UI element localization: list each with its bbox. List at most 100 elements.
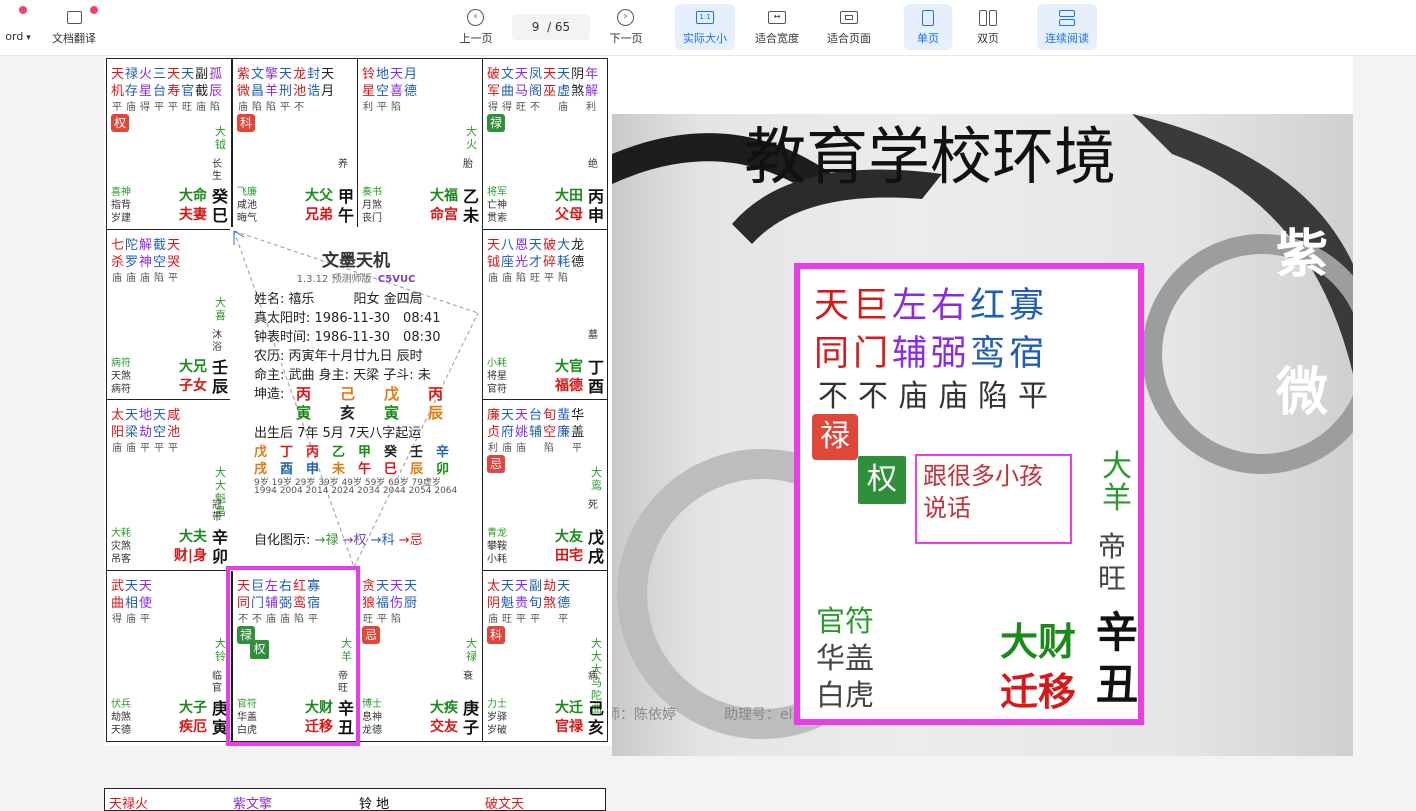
changsheng: 养 (338, 159, 348, 170)
shen-list: 大耗 灾煞 吊客 (111, 527, 131, 566)
star-row: 星空喜德 (362, 80, 418, 99)
shen-1: 青龙 (487, 528, 507, 539)
fit-page-button[interactable]: 适合页面 (820, 4, 878, 50)
star-brightness: 利平陷 (363, 102, 405, 113)
star-row: 曲相使 (111, 592, 153, 611)
sihua-badge: 科 (237, 114, 255, 132)
sihua-badge: 忌 (362, 626, 380, 644)
star-char: 碎 (543, 255, 558, 270)
star-char: 座 (501, 255, 516, 270)
bazi-branch: 辰 (428, 404, 444, 422)
arrow-right-circle-icon: › (617, 9, 635, 26)
shen-list: 奏书 月煞 丧门 (362, 186, 382, 225)
star-char: 池 (293, 84, 308, 99)
next-page-preview: 天禄火 紫文擎 铃 地 破文天 (104, 788, 606, 811)
star-char: 官 (181, 84, 196, 99)
star-char: 福 (376, 596, 391, 611)
sihua-badge: 忌 (487, 455, 505, 473)
translate-label: 文档翻译 (52, 32, 96, 45)
palace-name: 田宅 (555, 548, 583, 564)
fit-width-button[interactable]: ↔ 适合宽度 (748, 4, 806, 50)
zoom-star: 鸾 (970, 334, 1010, 374)
shen-3: 病符 (111, 384, 131, 395)
shen-2: 劫煞 (111, 712, 131, 723)
palace-branch: 酉 (587, 377, 604, 396)
star-char: 耗 (557, 255, 572, 270)
palace-cell: 铃地天月 星空喜德 利平陷 大火胎奏书 月煞 丧门 大福 命宫乙未 (357, 58, 483, 230)
zoom-star: 寡 (1009, 286, 1049, 326)
star-brightness: 得得旺不 庙 利 (488, 102, 600, 113)
star-char: 曲 (111, 596, 126, 611)
shen-2: 月煞 (362, 200, 382, 211)
changsheng: 胎 (463, 159, 473, 170)
palace-cell: 贪天天天 狼福伤厨 旺平陷忌大禄衰博士 息神 龙德 大疾 交友庚子 (357, 570, 483, 742)
zoom-star: 同 (814, 334, 854, 374)
legend-label: 自化图示: (254, 533, 311, 548)
bazi-branch: 寅 (296, 404, 312, 422)
shen-2: 攀鞍 (487, 541, 507, 552)
page-indicator[interactable]: 9 / 65 (512, 14, 590, 40)
next-page-button[interactable]: › 下一页 (604, 4, 648, 50)
legend-quan: 权 (353, 533, 367, 548)
next-page-label: 下一页 (609, 32, 643, 45)
zoom-lu-badge: 禄 (812, 414, 858, 460)
word-button[interactable]: ord ▾ (0, 4, 36, 50)
actual-size-button[interactable]: 1:1 实际大小 (675, 4, 735, 50)
zoom-star: 天 (814, 286, 854, 326)
star-brightness: 庙庙陷旺平陷 (488, 273, 572, 284)
sihua-badge: 权 (111, 114, 129, 132)
star-char: 盖 (571, 425, 586, 440)
bazi-stem: 丙 (428, 385, 444, 403)
minor-star: 大钺 (215, 125, 226, 151)
zoom-star: 巨 (853, 286, 893, 326)
shen-2: 天煞 (111, 371, 131, 382)
sihua-badge: 禄 (487, 114, 505, 132)
zoom-branch: 丑 (1096, 660, 1139, 709)
annotation-note: 跟很多小孩说话 (915, 454, 1072, 544)
star-brightness: 庙庙庙陷平 (112, 273, 182, 284)
bazi-stem: 戊 (384, 385, 400, 403)
palace-name: 财|身 (173, 548, 207, 564)
zoom-minor-star: 大羊 (1102, 449, 1132, 516)
bazi-branch: 寅 (384, 404, 400, 422)
shen-1: 病符 (111, 358, 131, 369)
star-char: 空 (543, 425, 558, 440)
star-row: 钺座光才碎耗德 (487, 251, 585, 270)
page-current-input[interactable]: 9 (532, 20, 540, 34)
single-page-button[interactable]: 单页 (904, 4, 952, 50)
shen-3: 丧门 (362, 213, 382, 224)
palace-stem: 乙 (462, 187, 479, 206)
palace-name: 官禄 (555, 719, 583, 735)
prev-page-button[interactable]: ‹ 上一页 (454, 4, 498, 50)
zoom-changsheng: 帝旺 (1098, 530, 1127, 595)
star-char: 煞 (543, 596, 558, 611)
palace-branch: 子 (462, 718, 479, 737)
highlight-box (226, 566, 360, 746)
palace-cell: 太天天副劫天 阴魁贵旬煞德 庙旺平平 平科大大大马陀曲病力士 岁驿 岁破 大迁 官禄己亥 (482, 570, 608, 742)
palace-branch: 辰 (211, 377, 228, 396)
info-solar-time: 真太阳时: 1986-11-30 08:41 (254, 311, 441, 326)
quan-badge: 权 (250, 640, 269, 659)
star-char: 刑 (279, 84, 294, 99)
shen-2: 岁驿 (487, 712, 507, 723)
arrow-left-circle-icon: ‹ (467, 9, 485, 26)
shen-2: 咸池 (237, 200, 257, 211)
chart-center: 文墨天机 1.3.12 预测师版 C5VUC 姓名: 禧乐 阳女 金四局 真太阳… (230, 227, 482, 571)
star-char: 空 (153, 425, 168, 440)
zoom-star: 辅 (892, 334, 932, 374)
palace-branch: 亥 (587, 718, 604, 737)
star-row: 微昌羊刑池诰月 (237, 80, 335, 99)
palace-name: 交友 (430, 719, 458, 735)
shen-2: 将星 (487, 371, 507, 382)
star-char: 巫 (543, 84, 558, 99)
star-row: 杀罗神空哭 (111, 251, 181, 270)
continuous-reading-button[interactable]: 连续阅读 (1037, 4, 1097, 50)
shen-1: 喜神 (111, 187, 131, 198)
star-char: 德 (571, 255, 586, 270)
palace-branch: 午 (337, 206, 354, 225)
palace-stem: 己 (587, 699, 604, 718)
zoom-shen-1: 官符 (816, 604, 875, 638)
luck-years: 1994 2004 2014 2024 2034 2044 2054 2064 (254, 486, 458, 496)
palace-name: 子女 (179, 378, 207, 394)
double-page-button[interactable]: 双页 (964, 4, 1012, 50)
